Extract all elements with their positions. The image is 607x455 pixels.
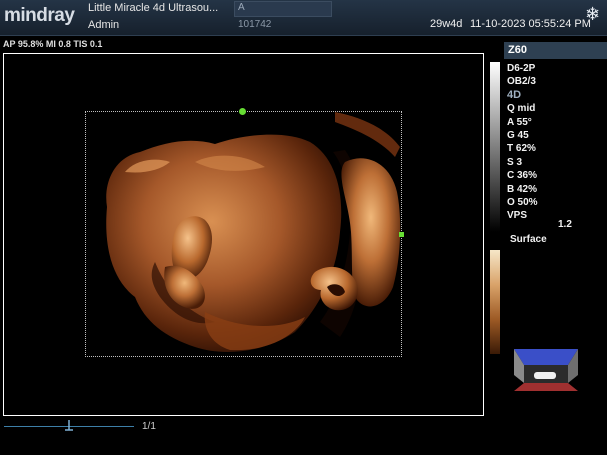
- param-threshold: T 62%: [507, 143, 536, 155]
- render-mode: Surface: [510, 234, 547, 245]
- date-time: 11-10-2023 05:55:24 PM: [470, 18, 591, 30]
- grayscale-bar: [490, 62, 500, 232]
- operator-name: Admin: [88, 19, 120, 31]
- cine-marker-icon[interactable]: [64, 420, 74, 432]
- param-opacity: O 50%: [507, 197, 538, 209]
- probe-label: D6-2P: [507, 63, 536, 74]
- volume-orientation-cube-icon[interactable]: [512, 345, 580, 395]
- snowflake-icon[interactable]: ❄: [585, 4, 600, 25]
- exam-preset: OB2/3: [507, 76, 536, 88]
- roi-curve-handle[interactable]: [239, 108, 246, 115]
- patient-name: A: [238, 2, 245, 13]
- imaging-parameters: D6-2P OB2/3 4D Q mid A 55° G 45 T 62% S …: [507, 62, 607, 223]
- param-angle: A 55°: [507, 116, 532, 128]
- mindray-logo: mindray: [4, 5, 75, 26]
- tint-colorbar: [490, 250, 500, 354]
- frame-counter: 1/1: [142, 421, 156, 432]
- gestational-age: 29w4d: [430, 18, 463, 30]
- zoom-label: Z60: [504, 42, 607, 59]
- patient-info-box[interactable]: [234, 1, 332, 17]
- patient-id: 101742: [238, 19, 272, 30]
- mode-label: 4D: [507, 88, 522, 101]
- param-contrast: C 36%: [507, 170, 538, 182]
- roi-box[interactable]: [85, 111, 402, 357]
- param-brightness: B 42%: [507, 183, 538, 195]
- hospital-name: Little Miracle 4d Ultrasou...: [88, 2, 219, 14]
- param-quality: Q mid: [507, 103, 536, 115]
- param-smooth: S 3: [507, 156, 523, 168]
- acoustic-power-status: AP 95.8% MI 0.8 TIS 0.1: [3, 39, 103, 49]
- roi-side-handle[interactable]: [399, 232, 404, 237]
- param-gain: G 45: [507, 130, 529, 142]
- vps-label: VPS: [507, 210, 528, 222]
- vps-value: 1.2: [558, 219, 572, 230]
